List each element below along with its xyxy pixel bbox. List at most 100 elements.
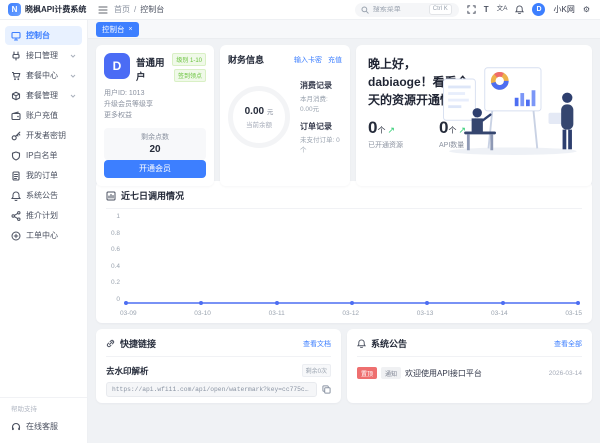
- user-avatar[interactable]: D: [532, 3, 546, 16]
- sidebar-item-package-management[interactable]: 套餐管理: [5, 86, 82, 105]
- y-tick-label: 0.6: [110, 246, 120, 254]
- announcement-item[interactable]: 置顶 通知 欢迎使用API接口平台 2026-03-14: [357, 367, 582, 379]
- announcement-text: 欢迎使用API接口平台: [405, 368, 482, 378]
- quick-links-title: 快捷链接: [120, 339, 157, 349]
- checkin-badge[interactable]: 签到领点: [173, 69, 206, 82]
- username[interactable]: 小K网: [553, 4, 574, 15]
- stat-unit: 个: [377, 126, 386, 135]
- upgrade-hint-line1: 升级会员等级享: [104, 101, 153, 109]
- breadcrumb-home[interactable]: 首页: [114, 4, 130, 15]
- sidebar-item-label: 开发者密钥: [26, 131, 66, 140]
- chart-point: [500, 301, 505, 305]
- breadcrumb-current: 控制台: [140, 5, 165, 14]
- ticket-icon: [11, 231, 21, 240]
- api-url-field[interactable]: [106, 382, 317, 397]
- sidebar-item-referral-plan[interactable]: 推介计划: [5, 206, 82, 225]
- x-tick-label: 03-14: [491, 310, 508, 317]
- view-docs-link[interactable]: 查看文档: [303, 339, 331, 349]
- tab-close-icon[interactable]: ×: [129, 26, 133, 33]
- sidebar-item-work-orders[interactable]: 工单中心: [5, 226, 82, 245]
- balance-unit: 元: [266, 108, 274, 116]
- search-input[interactable]: [372, 6, 425, 13]
- fullscreen-icon[interactable]: [467, 5, 476, 14]
- sidebar-item-label: 接口管理: [26, 51, 58, 60]
- user-role: 普通用户: [136, 58, 165, 83]
- x-tick-label: 03-13: [416, 310, 434, 317]
- view-all-link[interactable]: 查看全部: [554, 339, 582, 349]
- app-title: 晓枫API计费系统: [25, 5, 87, 14]
- chart-title: 近七日调用情况: [121, 191, 185, 201]
- key-icon: [11, 131, 21, 140]
- divider: [357, 356, 582, 357]
- sidebar-collapse-icon[interactable]: [98, 5, 108, 15]
- main-area: 控制台 × D 普通用户 级别 1-10 签到领点 用户ID: 1013 升级会…: [88, 20, 600, 443]
- announcements-title: 系统公告: [371, 339, 408, 349]
- sidebar-item-online-support[interactable]: 在线客服: [5, 417, 82, 436]
- text-size-icon[interactable]: T: [484, 5, 489, 14]
- y-tick-label: 0: [116, 295, 120, 303]
- search-icon: [361, 5, 369, 14]
- api-link-name[interactable]: 去水印解析: [106, 365, 149, 377]
- x-tick-label: 03-09: [120, 310, 137, 317]
- consume-title[interactable]: 消费记录: [300, 80, 342, 91]
- tab-bar: 控制台 ×: [88, 20, 600, 39]
- stat-label: 已开通资源: [368, 142, 403, 149]
- sidebar-item-ip-whitelist[interactable]: IP白名单: [5, 146, 82, 165]
- settings-gear-icon[interactable]: ⚙: [583, 5, 590, 14]
- wallet-icon: [11, 110, 21, 120]
- search-box[interactable]: Ctrl K: [354, 2, 459, 17]
- open-membership-button[interactable]: 开通会员: [104, 159, 206, 178]
- chart-y-axis: 1 0.8 0.6 0.4 0.2 0: [106, 213, 120, 303]
- sidebar-item-account-recharge[interactable]: 账户充值: [5, 106, 82, 125]
- consume-detail: 本月消费: 0.00元: [300, 96, 328, 113]
- balance-value: 0.00: [244, 105, 265, 117]
- header-actions: Ctrl K T 文A D 小K网 ⚙: [354, 2, 600, 17]
- sidebar-item-label: 我的订单: [26, 171, 58, 180]
- search-shortcut: Ctrl K: [428, 4, 452, 15]
- notification-bell-icon[interactable]: [515, 5, 525, 14]
- translate-icon[interactable]: 文A: [497, 6, 508, 13]
- sidebar-footer: 帮助支持 在线客服: [0, 397, 87, 437]
- announcement-date: 2026-03-14: [548, 369, 582, 377]
- shield-icon: [11, 150, 21, 161]
- order-record-title[interactable]: 订单记录: [300, 121, 342, 132]
- top-header: N 晓枫API计费系统 首页 / 控制台 Ctrl K T 文A D: [0, 0, 600, 20]
- announcements-card: 系统公告 查看全部 置顶 通知 欢迎使用API接口平台 2026-03-14: [347, 329, 592, 403]
- chart-point: [199, 301, 204, 305]
- y-tick-label: 0.8: [110, 229, 120, 237]
- chart-plot: [124, 216, 580, 305]
- app-root: N 晓枫API计费系统 首页 / 控制台 Ctrl K T 文A D: [0, 0, 600, 443]
- chevron-down-icon: [70, 54, 76, 58]
- headset-icon: [11, 422, 21, 430]
- user-card-avatar: D: [104, 53, 130, 79]
- chart-card: 近七日调用情况 1 0.8 0.6 0.4 0.2 0 03-09 03-10 03-11 03…: [96, 181, 592, 323]
- tab-dashboard[interactable]: 控制台 ×: [96, 21, 139, 37]
- chart-point: [576, 301, 580, 305]
- enter-card-code-link[interactable]: 输入卡密: [294, 55, 322, 65]
- balance-label: 当前余额: [246, 121, 272, 129]
- line-chart: 1 0.8 0.6 0.4 0.2 0 03-09 03-10 03-11 03-12 03-13…: [106, 211, 582, 317]
- sidebar-item-developer-key[interactable]: 开发者密钥: [5, 126, 82, 145]
- order-icon: [12, 170, 20, 181]
- sidebar-item-package-center[interactable]: 套餐中心: [5, 66, 82, 85]
- divider: [106, 356, 331, 357]
- content: D 普通用户 级别 1-10 签到领点 用户ID: 1013 升级会员等级享 更…: [88, 39, 600, 443]
- copy-icon[interactable]: [322, 385, 331, 394]
- points-value: 20: [149, 143, 161, 155]
- sidebar-item-announcements[interactable]: 系统公告: [5, 186, 82, 205]
- sidebar-item-api-management[interactable]: 接口管理: [5, 46, 82, 65]
- logo-icon: N: [8, 3, 21, 16]
- sidebar: 控制台 接口管理 套餐中心 套餐管理 账户充值 开发者密钥 IP白名单 我的订单…: [0, 20, 88, 443]
- upgrade-hint-line2: 更多权益: [104, 112, 132, 120]
- recharge-link[interactable]: 充值: [328, 55, 342, 65]
- app-logo[interactable]: N 晓枫API计费系统: [0, 3, 88, 16]
- sidebar-item-my-orders[interactable]: 我的订单: [5, 166, 82, 185]
- bottom-row: 快捷链接 查看文档 去水印解析 剩余0次 https://api.wfi11.c…: [96, 329, 592, 403]
- order-record-detail: 未支付订单: 0个: [300, 137, 340, 154]
- points-label: 剩余点数: [141, 133, 169, 141]
- finance-card: 财务信息 输入卡密 充值 0.00 元 当前余额 消费记录 本月消费: 0.00…: [220, 45, 350, 186]
- x-tick-label: 03-12: [342, 310, 360, 317]
- notice-badge: 通知: [381, 367, 402, 379]
- sidebar-item-label: IP白名单: [26, 151, 58, 160]
- sidebar-item-dashboard[interactable]: 控制台: [5, 26, 82, 45]
